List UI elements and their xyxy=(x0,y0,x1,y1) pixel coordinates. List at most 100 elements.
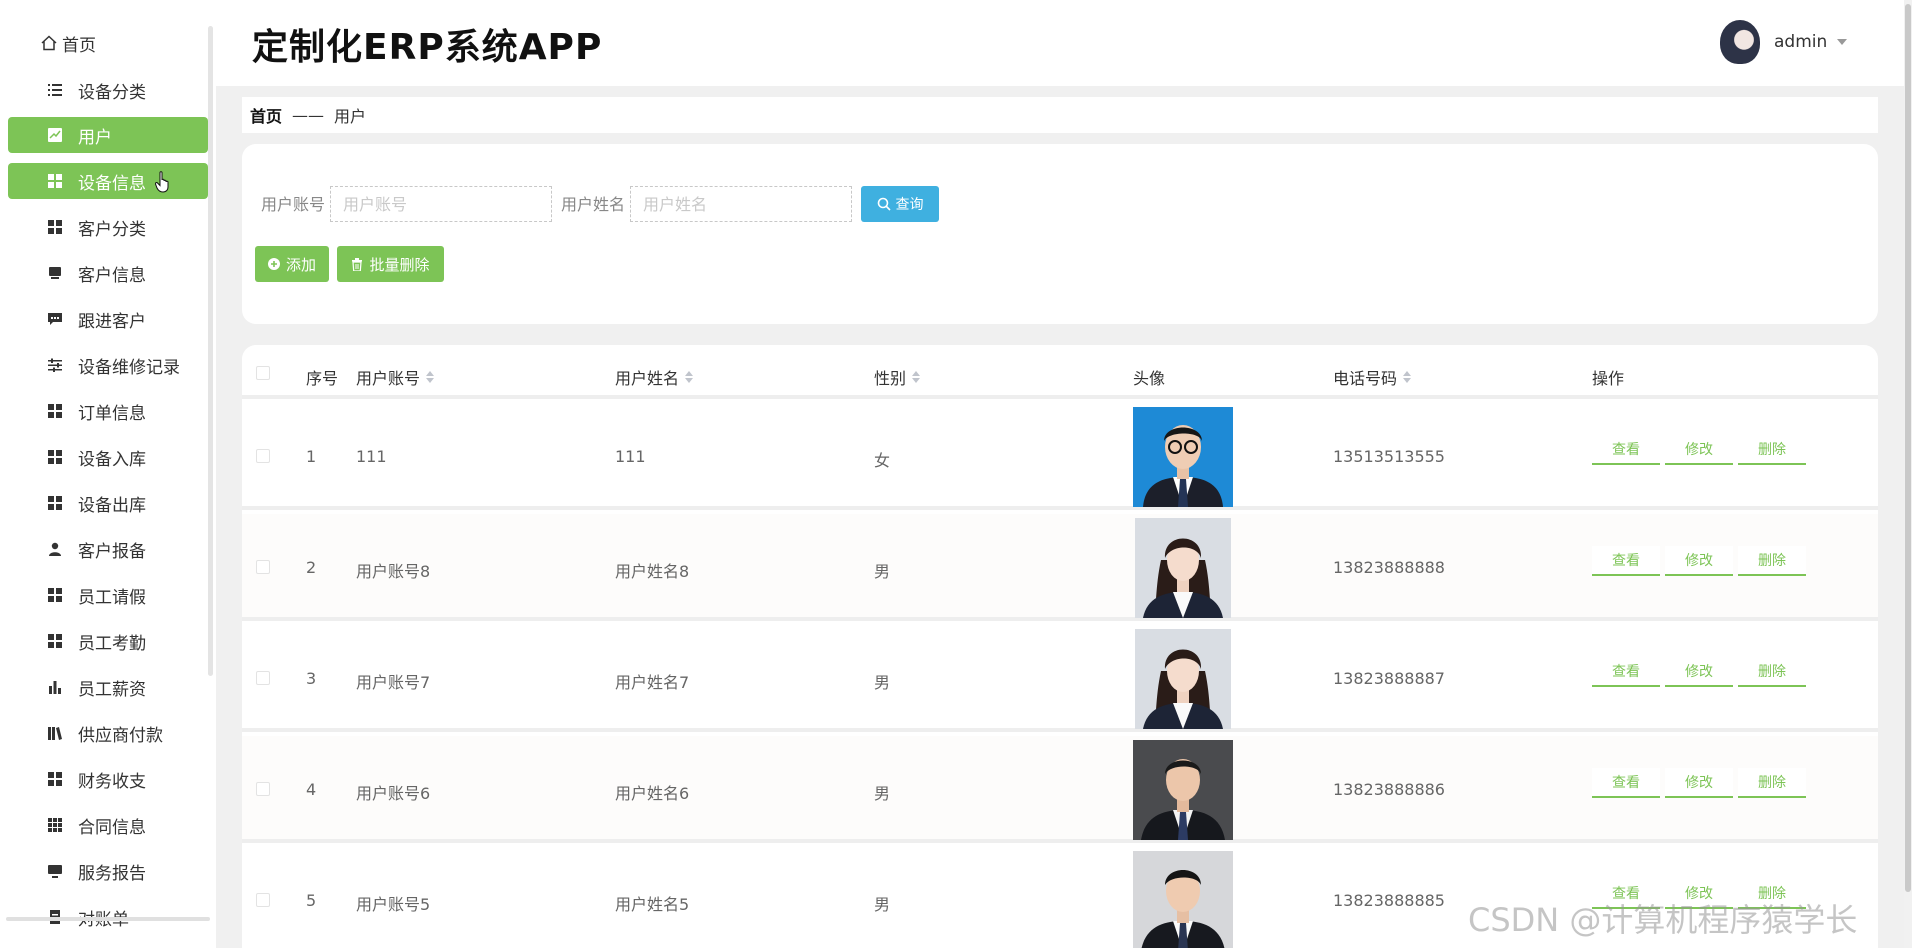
breadcrumb-home[interactable]: 首页 xyxy=(250,103,282,127)
row-checkbox[interactable] xyxy=(256,449,270,463)
name-label: 用户姓名 xyxy=(561,195,626,214)
select-all-checkbox[interactable] xyxy=(256,366,270,380)
sidebar-item-supplier-payment[interactable]: 供应商付款 xyxy=(8,715,208,751)
user-avatar-photo[interactable] xyxy=(1133,407,1233,507)
delete-button[interactable]: 删除 xyxy=(1738,768,1806,798)
account-label: 用户账号 xyxy=(261,195,326,214)
sidebar-item-users[interactable]: 用户 xyxy=(8,117,208,153)
sidebar-item-label: 员工考勤 xyxy=(78,633,146,654)
column-header-index: 序号 xyxy=(306,365,338,389)
column-header-phone[interactable]: 电话号码 xyxy=(1333,365,1412,389)
name-search-input[interactable] xyxy=(630,186,852,222)
sidebar-item-device-category[interactable]: 设备分类 xyxy=(8,72,208,108)
table-row: 4 用户账号6 用户姓名6 男 13823888886 查看 修改 删除 xyxy=(242,736,1878,843)
sidebar-item-label: 员工请假 xyxy=(78,587,146,608)
sidebar-item-customer-report[interactable]: 客户报备 xyxy=(8,531,208,567)
person-icon xyxy=(49,542,61,556)
add-button[interactable]: 添加 xyxy=(255,246,329,282)
breadcrumb: 首页 —— 用户 xyxy=(242,97,1878,133)
cell-account: 用户账号5 xyxy=(356,895,431,914)
sidebar-item-employee-leave[interactable]: 员工请假 xyxy=(8,577,208,613)
sidebar-item-customer-info[interactable]: 客户信息 xyxy=(8,255,208,291)
edit-button[interactable]: 修改 xyxy=(1665,435,1733,465)
view-button[interactable]: 查看 xyxy=(1592,435,1660,465)
sidebar-item-label: 设备维修记录 xyxy=(78,357,180,378)
user-table: 序号 用户账号 用户姓名 性别 头像 电话号码 操作 1 111 111 女 1… xyxy=(242,345,1878,948)
search-icon xyxy=(877,197,891,211)
grid-icon xyxy=(48,634,62,648)
avatar[interactable] xyxy=(1720,20,1760,64)
sidebar-item-customer-category[interactable]: 客户分类 xyxy=(8,209,208,245)
column-header-label: 序号 xyxy=(306,369,339,388)
cell-index: 3 xyxy=(306,669,317,688)
row-checkbox[interactable] xyxy=(256,782,270,796)
watermark: CSDN @计算机程序猿学长 xyxy=(1468,901,1858,939)
cell-index: 2 xyxy=(306,558,317,577)
sort-icon[interactable] xyxy=(685,371,694,383)
sort-icon[interactable] xyxy=(1403,371,1412,383)
sidebar-item-device-info[interactable]: 设备信息 xyxy=(8,163,208,199)
grid-icon xyxy=(48,220,62,234)
apps-icon xyxy=(48,818,62,832)
cell-phone: 13823888886 xyxy=(1333,780,1445,799)
sort-icon[interactable] xyxy=(426,371,435,383)
sidebar-item-stock-in[interactable]: 设备入库 xyxy=(8,439,208,475)
grid-icon xyxy=(48,496,62,510)
plus-circle-icon xyxy=(267,258,280,270)
edit-button[interactable]: 修改 xyxy=(1665,768,1733,798)
delete-button[interactable]: 删除 xyxy=(1738,657,1806,687)
sidebar-item-label: 服务报告 xyxy=(78,863,146,884)
view-button[interactable]: 查看 xyxy=(1592,768,1660,798)
sidebar-scrollbar-horizontal[interactable] xyxy=(6,917,210,921)
sidebar-item-contract-info[interactable]: 合同信息 xyxy=(8,807,208,843)
sidebar-item-label: 合同信息 xyxy=(78,817,146,838)
account-search-input[interactable] xyxy=(330,186,552,222)
sidebar-item-home[interactable]: 首页 xyxy=(40,30,96,56)
user-menu[interactable]: admin xyxy=(1720,20,1848,64)
cell-phone: 13823888887 xyxy=(1333,669,1445,688)
cell-name: 111 xyxy=(615,447,646,466)
view-button[interactable]: 查看 xyxy=(1592,546,1660,576)
user-avatar-photo[interactable] xyxy=(1135,629,1231,729)
edit-button[interactable]: 修改 xyxy=(1665,546,1733,576)
column-header-actions: 操作 xyxy=(1592,365,1624,389)
user-avatar-photo[interactable] xyxy=(1135,518,1231,618)
sidebar-item-order-info[interactable]: 订单信息 xyxy=(8,393,208,429)
sidebar-scrollbar-vertical[interactable] xyxy=(208,26,213,676)
sidebar-item-repair-records[interactable]: 设备维修记录 xyxy=(8,347,208,383)
sidebar-item-follow-customer[interactable]: 跟进客户 xyxy=(8,301,208,337)
page-scrollbar-thumb[interactable] xyxy=(1905,4,1911,892)
column-header-gender[interactable]: 性别 xyxy=(874,365,921,389)
sidebar-item-employee-attendance[interactable]: 员工考勤 xyxy=(8,623,208,659)
cell-index: 4 xyxy=(306,780,317,799)
breadcrumb-separator: —— xyxy=(292,105,325,125)
row-checkbox[interactable] xyxy=(256,893,270,907)
delete-button[interactable]: 删除 xyxy=(1738,435,1806,465)
column-header-label: 性别 xyxy=(874,369,907,388)
page-scrollbar[interactable] xyxy=(1904,0,1912,948)
sort-icon[interactable] xyxy=(912,371,921,383)
delete-button[interactable]: 删除 xyxy=(1738,546,1806,576)
column-header-name[interactable]: 用户姓名 xyxy=(615,365,694,389)
edit-button[interactable]: 修改 xyxy=(1665,657,1733,687)
user-avatar-photo[interactable] xyxy=(1133,740,1233,840)
query-button[interactable]: 查询 xyxy=(861,186,939,222)
row-checkbox[interactable] xyxy=(256,671,270,685)
sidebar-item-service-report[interactable]: 服务报告 xyxy=(8,853,208,889)
view-button[interactable]: 查看 xyxy=(1592,657,1660,687)
cell-name: 用户姓名5 xyxy=(615,895,690,914)
cell-account: 用户账号8 xyxy=(356,562,431,581)
sidebar-item-finance[interactable]: 财务收支 xyxy=(8,761,208,797)
user-avatar-photo[interactable] xyxy=(1133,851,1233,948)
username[interactable]: admin xyxy=(1774,32,1827,52)
caret-down-icon[interactable] xyxy=(1837,39,1848,45)
cell-gender: 女 xyxy=(874,451,891,470)
cell-account: 用户账号6 xyxy=(356,784,431,803)
sidebar-item-employee-salary[interactable]: 员工薪资 xyxy=(8,669,208,705)
column-header-account[interactable]: 用户账号 xyxy=(356,365,435,389)
cell-name: 用户姓名6 xyxy=(615,784,690,803)
row-checkbox[interactable] xyxy=(256,560,270,574)
column-header-label: 用户账号 xyxy=(356,369,421,388)
sidebar-item-stock-out[interactable]: 设备出库 xyxy=(8,485,208,521)
batch-delete-button[interactable]: 批量删除 xyxy=(337,246,444,282)
